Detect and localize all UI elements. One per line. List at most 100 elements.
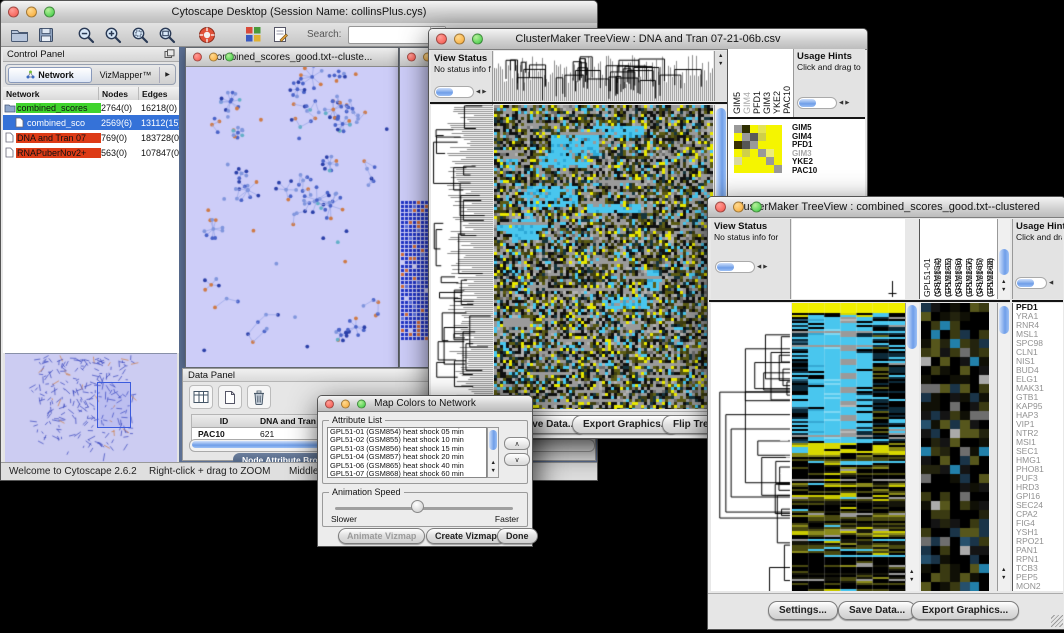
col-network[interactable]: Network: [3, 87, 99, 100]
close-button[interactable]: [325, 399, 334, 408]
zoom-in-icon[interactable]: [103, 25, 123, 45]
close-button[interactable]: [8, 7, 19, 18]
done-button[interactable]: Done: [497, 528, 538, 544]
row-dendrogram[interactable]: [431, 105, 493, 409]
save-icon[interactable]: [36, 25, 56, 45]
zoom-button[interactable]: [225, 53, 234, 62]
select-attributes-icon[interactable]: [189, 385, 213, 409]
annotation-icon[interactable]: [270, 25, 290, 45]
splitter[interactable]: [1012, 300, 1063, 302]
attribute-listbox[interactable]: GPL51-01 (GSM854) heat shock 05 minGPL51…: [327, 427, 487, 478]
resize-grip[interactable]: [1051, 615, 1063, 627]
minimize-button[interactable]: [733, 202, 744, 213]
zoom-button[interactable]: [357, 399, 366, 408]
network-overview-thumbnail[interactable]: [5, 353, 177, 463]
expression-heatmap[interactable]: [494, 105, 713, 409]
tab-vizmapper[interactable]: VizMapper™: [92, 70, 159, 80]
expression-heatmap[interactable]: [792, 303, 905, 591]
gene-label[interactable]: MON2: [1013, 582, 1063, 591]
row-dendrogram[interactable]: [711, 303, 791, 591]
main-titlebar[interactable]: Cytoscape Desktop (Session Name: collins…: [1, 1, 597, 24]
zoom-fit-icon[interactable]: [157, 25, 177, 45]
row-labels: GIM5GIM4PFD1GIM3YKE2PAC10: [792, 124, 817, 175]
network-list-row[interactable]: combined_scores2764(0)16218(0): [3, 100, 179, 115]
close-button[interactable]: [193, 53, 202, 62]
usage-hints-label: Usage Hints: [797, 51, 852, 62]
save-data-button[interactable]: Save Data...: [838, 601, 916, 620]
network-view-titlebar[interactable]: combined_scores_good.txt--cluste...: [186, 48, 398, 67]
zoom-out-icon[interactable]: [76, 25, 96, 45]
usage-hints-panel: Usage Hints Click and drag to ◀▶: [793, 49, 865, 117]
minimize-button[interactable]: [341, 399, 350, 408]
column-dendrogram[interactable]: [792, 219, 905, 299]
delete-attribute-trash-icon[interactable]: [247, 385, 271, 409]
col-id[interactable]: ID: [192, 416, 256, 426]
network-view-title: combined_scores_good.txt--cluste...: [212, 52, 373, 63]
tab-overflow-arrow[interactable]: ▶: [159, 67, 175, 83]
minimize-button[interactable]: [209, 53, 218, 62]
zoom-button[interactable]: [472, 34, 483, 45]
network-list-row[interactable]: RNAPuberNov2+563(0)107847(0): [3, 145, 179, 160]
usage-hints-hscrollbar[interactable]: ◀: [1015, 277, 1053, 289]
move-down-button[interactable]: ∨: [504, 453, 530, 466]
zoom-button[interactable]: [44, 7, 55, 18]
network-edges-count: 13112(15): [141, 118, 181, 128]
search-input[interactable]: [349, 28, 430, 42]
col-nodes[interactable]: Nodes: [99, 87, 139, 100]
zoom-selected-icon[interactable]: [130, 25, 150, 45]
heatmap-vscrollbar[interactable]: ▲▼: [905, 303, 919, 591]
minimize-button[interactable]: [454, 34, 465, 45]
close-button[interactable]: [715, 202, 726, 213]
dialog-titlebar[interactable]: Map Colors to Network: [318, 396, 532, 412]
settings-button[interactable]: Settings...: [768, 601, 838, 620]
zoomed-heatmap-vscrollbar[interactable]: ▲▼: [997, 303, 1010, 591]
attribute-list-label: Attribute List: [329, 415, 385, 425]
network-graph-canvas[interactable]: [186, 67, 396, 365]
move-up-glyph: ∧: [514, 440, 519, 448]
zoomed-heatmap[interactable]: [921, 303, 989, 591]
close-button[interactable]: [407, 53, 416, 62]
tab-network[interactable]: Network: [8, 67, 92, 83]
heatmap-cell: [742, 149, 750, 157]
splitter[interactable]: [709, 300, 919, 302]
create-vizmap-button[interactable]: Create Vizmap: [426, 528, 506, 544]
col-edges[interactable]: Edges: [139, 87, 179, 100]
speed-slider-track[interactable]: [335, 507, 513, 510]
vizmapper-icon[interactable]: [243, 25, 263, 45]
view-status-hscrollbar[interactable]: ◀▶: [715, 261, 767, 273]
done-label: Done: [506, 531, 529, 541]
treeview-dna-titlebar[interactable]: ClusterMaker TreeView : DNA and Tran 07-…: [429, 29, 867, 50]
treeview-combined-titlebar[interactable]: ClusterMaker TreeView : combined_scores_…: [708, 197, 1064, 218]
help-lifering-icon[interactable]: [197, 25, 217, 45]
splitter[interactable]: [919, 300, 1010, 302]
animation-speed-group: Animation Speed Slower Faster: [322, 492, 528, 527]
zoomed-heatmap[interactable]: [734, 125, 782, 173]
view-status-hscrollbar[interactable]: ◀▶: [434, 86, 486, 98]
move-up-button[interactable]: ∧: [504, 437, 530, 450]
close-button[interactable]: [436, 34, 447, 45]
overview-selection-rect[interactable]: [97, 382, 131, 428]
heatmap-cell: [734, 157, 742, 165]
new-attribute-icon[interactable]: [218, 385, 242, 409]
network-list-row[interactable]: combined_sco2569(6)13112(15): [3, 115, 179, 130]
float-window-icon[interactable]: [164, 49, 175, 62]
network-list-row[interactable]: DNA and Tran 07769(0)183728(0): [3, 130, 179, 145]
column-dendrogram[interactable]: [494, 51, 713, 101]
array-labels-vscrollbar[interactable]: ▲▼: [997, 219, 1010, 299]
minimize-button[interactable]: [26, 7, 37, 18]
attribute-list-vscrollbar[interactable]: ▲▼: [487, 427, 499, 478]
speed-slider-thumb[interactable]: [411, 500, 424, 513]
folder-icon: [3, 103, 16, 113]
open-folder-icon[interactable]: [9, 25, 29, 45]
usage-hints-hscrollbar[interactable]: ◀▶: [797, 97, 849, 109]
network-nodes-count: 769(0): [101, 133, 141, 143]
dendrogram-scroll-strip[interactable]: ▲▼: [714, 51, 727, 101]
file-icon: [3, 132, 16, 143]
splitter[interactable]: [430, 102, 727, 104]
attribute-list-item[interactable]: GPL51-07 (GSM868) heat shock 60 min: [328, 470, 486, 478]
export-graphics-button[interactable]: Export Graphics...: [911, 601, 1019, 620]
column-label: PAC10: [782, 86, 792, 114]
window-controls: [325, 399, 366, 408]
desktop: Cytoscape Desktop (Session Name: collins…: [0, 0, 1064, 633]
zoom-button[interactable]: [751, 202, 762, 213]
